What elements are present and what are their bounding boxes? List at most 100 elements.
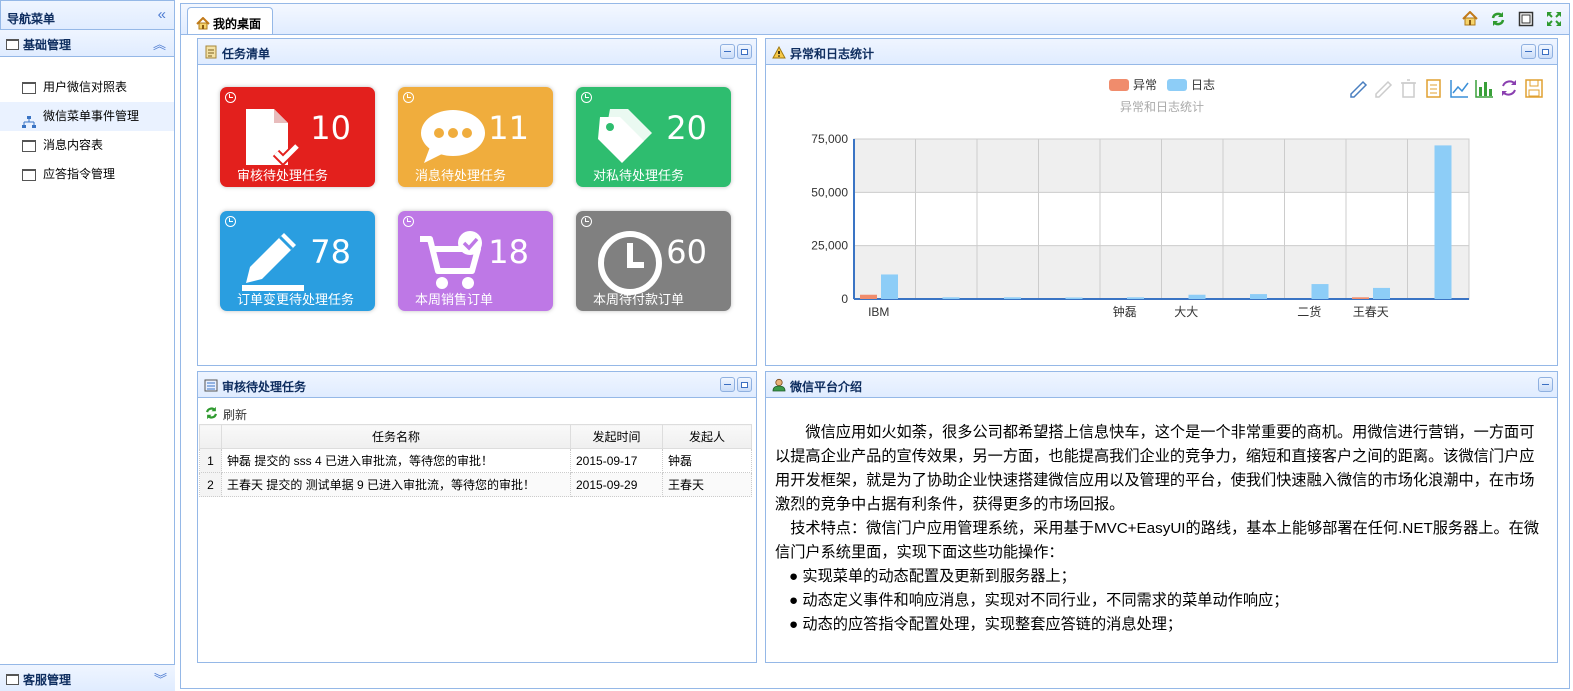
- save-image-icon[interactable]: [1525, 79, 1543, 98]
- bar-exception[interactable]: [860, 294, 877, 299]
- y-tick-label: 75,000: [811, 132, 848, 146]
- accordion-header-service[interactable]: 客服管理 ︾: [0, 664, 175, 691]
- tile-order-change-tasks[interactable]: 78 订单变更待处理任务: [220, 211, 375, 311]
- panel-title: 微信平台介绍: [790, 380, 863, 394]
- stats-chart: 异常 日志 异常和日志统计 75,000 50,000 25,000 0 IBM…: [766, 66, 1557, 366]
- sidebar-item-menu-event[interactable]: 微信菜单事件管理: [0, 102, 174, 131]
- clock-icon: [581, 92, 592, 103]
- mark-icon[interactable]: [1350, 80, 1368, 98]
- accordion-header-basic[interactable]: 基础管理 ︽: [0, 30, 174, 57]
- collapse-left-icon[interactable]: «: [158, 7, 166, 22]
- refresh-button[interactable]: 刷新: [198, 398, 756, 424]
- cell-task-name: 王春天 提交的 测试单据 9 已进入审批流，等待您的审批！: [221, 472, 571, 497]
- data-view-icon[interactable]: [1426, 79, 1441, 98]
- task-list-icon: [204, 45, 218, 62]
- mark-undo-icon[interactable]: [1375, 80, 1393, 98]
- intro-text: 微信应用如火如荼，很多公司都希望搭上信息快车，这个是一个非常重要的商机。用微信进…: [766, 398, 1557, 637]
- maximize-panel-button[interactable]: [1538, 44, 1553, 59]
- panel-title: 审核待处理任务: [222, 380, 307, 394]
- mark-clear-icon[interactable]: [1401, 79, 1416, 98]
- pencil-icon: [242, 233, 304, 291]
- tile-weekly-sales[interactable]: 18 本周销售订单: [398, 211, 553, 311]
- tasks-panel: 任务清单 10 审核待处理任务 11 消息待处理任务 20 对私待处理任务 78…: [197, 38, 757, 366]
- home-icon[interactable]: [1460, 9, 1479, 28]
- expand-icon[interactable]: [1544, 9, 1563, 28]
- tab-bar: 我的桌面: [180, 3, 1570, 35]
- sidebar-item-label: 微信菜单事件管理: [43, 109, 140, 123]
- tile-count: 20: [666, 109, 707, 147]
- collapse-panel-button[interactable]: [720, 44, 735, 59]
- sidebar-item-user-wechat[interactable]: 用户微信对照表: [0, 73, 174, 102]
- document-check-icon: [246, 109, 301, 167]
- bar-log[interactable]: [1065, 297, 1083, 300]
- tile-label: 本周待付款订单: [593, 292, 685, 307]
- bar-log[interactable]: [1311, 284, 1329, 299]
- bar-log[interactable]: [1434, 145, 1452, 299]
- sidebar-item-label: 消息内容表: [43, 138, 104, 152]
- line-chart-icon[interactable]: [1450, 80, 1469, 98]
- bar-log[interactable]: [881, 274, 898, 299]
- sidebar-item-label: 用户微信对照表: [43, 80, 128, 94]
- panel-header: 异常和日志统计: [766, 39, 1557, 65]
- legend: 异常 日志: [1109, 78, 1215, 92]
- legend-label-log: 日志: [1191, 78, 1215, 92]
- list-icon: [204, 379, 218, 395]
- legend-swatch-exception[interactable]: [1109, 79, 1129, 91]
- tile-weekly-payment[interactable]: 60 本周待付款订单: [576, 211, 731, 311]
- accordion-title-service: 客服管理: [23, 673, 72, 687]
- bar-chart-icon[interactable]: [1475, 80, 1493, 98]
- cell-time: 2015-09-17: [570, 448, 663, 473]
- column-header-user[interactable]: 发起人: [662, 424, 752, 449]
- row-number: 2: [199, 472, 222, 497]
- panel-header: 审核待处理任务: [198, 372, 756, 398]
- clock-icon: [403, 216, 414, 227]
- fullscreen-icon[interactable]: [1516, 9, 1535, 28]
- feature-list: 实现菜单的动态配置及更新到服务器上； 动态定义事件和响应消息，实现对不同行业，不…: [775, 565, 1547, 637]
- tile-message-tasks[interactable]: 11 消息待处理任务: [398, 87, 553, 187]
- bar-log[interactable]: [1250, 294, 1267, 299]
- x-tick-label: 钟磊: [1113, 304, 1137, 319]
- bar-log[interactable]: [1188, 294, 1206, 299]
- intro-paragraph: 技术特点：微信门户应用管理系统，采用基于MVC+EasyUI的路线，基本上能够部…: [775, 520, 1540, 561]
- cell-user: 王春天: [662, 472, 752, 497]
- warning-icon: [772, 45, 786, 62]
- home-icon: [196, 16, 210, 33]
- chart-title: 异常和日志统计: [1120, 100, 1204, 114]
- tab-my-desktop[interactable]: 我的桌面: [187, 7, 273, 35]
- column-header-time[interactable]: 发起时间: [570, 424, 663, 449]
- bar-log[interactable]: [1127, 297, 1144, 299]
- clock-large-icon: [598, 231, 662, 295]
- legend-swatch-log[interactable]: [1167, 79, 1187, 91]
- x-tick-label: 大大: [1174, 305, 1198, 319]
- sidebar-item-message-content[interactable]: 消息内容表: [0, 131, 174, 160]
- bar-exception[interactable]: [1352, 297, 1369, 299]
- bar-log[interactable]: [1373, 287, 1390, 299]
- chevron-up-icon[interactable]: ︽: [153, 34, 166, 53]
- collapse-panel-button[interactable]: [1538, 377, 1553, 392]
- tile-audit-tasks[interactable]: 10 审核待处理任务: [220, 87, 375, 187]
- window-icon: [22, 168, 36, 181]
- x-tick-label: IBM: [868, 305, 889, 319]
- tile-count: 11: [488, 109, 529, 147]
- chevron-down-icon[interactable]: ︾: [154, 669, 167, 688]
- tile-private-tasks[interactable]: 20 对私待处理任务: [576, 87, 731, 187]
- restore-icon[interactable]: [1502, 80, 1516, 96]
- clock-icon: [403, 92, 414, 103]
- refresh-icon[interactable]: [1488, 9, 1507, 28]
- collapse-panel-button[interactable]: [720, 377, 735, 392]
- maximize-panel-button[interactable]: [737, 377, 752, 392]
- sidebar-item-reply-command[interactable]: 应答指令管理: [0, 160, 174, 189]
- table-row[interactable]: 1 钟磊 提交的 sss 4 已进入审批流，等待您的审批！ 2015-09-17…: [199, 448, 752, 473]
- bar-log[interactable]: [942, 297, 960, 299]
- main-area: 我的桌面 任务清单 10 审核待处理任务 11 消息待处理任务 20 对私待处理…: [180, 0, 1573, 691]
- panel-header: 任务清单: [198, 39, 756, 65]
- table-header-row: 任务名称 发起时间 发起人: [199, 424, 752, 449]
- tab-tools: [1460, 9, 1563, 28]
- collapse-panel-button[interactable]: [1521, 44, 1536, 59]
- maximize-panel-button[interactable]: [737, 44, 752, 59]
- refresh-label: 刷新: [223, 407, 248, 422]
- bar-log[interactable]: [1004, 297, 1021, 299]
- column-header-task-name[interactable]: 任务名称: [221, 424, 571, 449]
- table-row[interactable]: 2 王春天 提交的 测试单据 9 已进入审批流，等待您的审批！ 2015-09-…: [199, 472, 752, 497]
- tags-icon: [598, 109, 652, 163]
